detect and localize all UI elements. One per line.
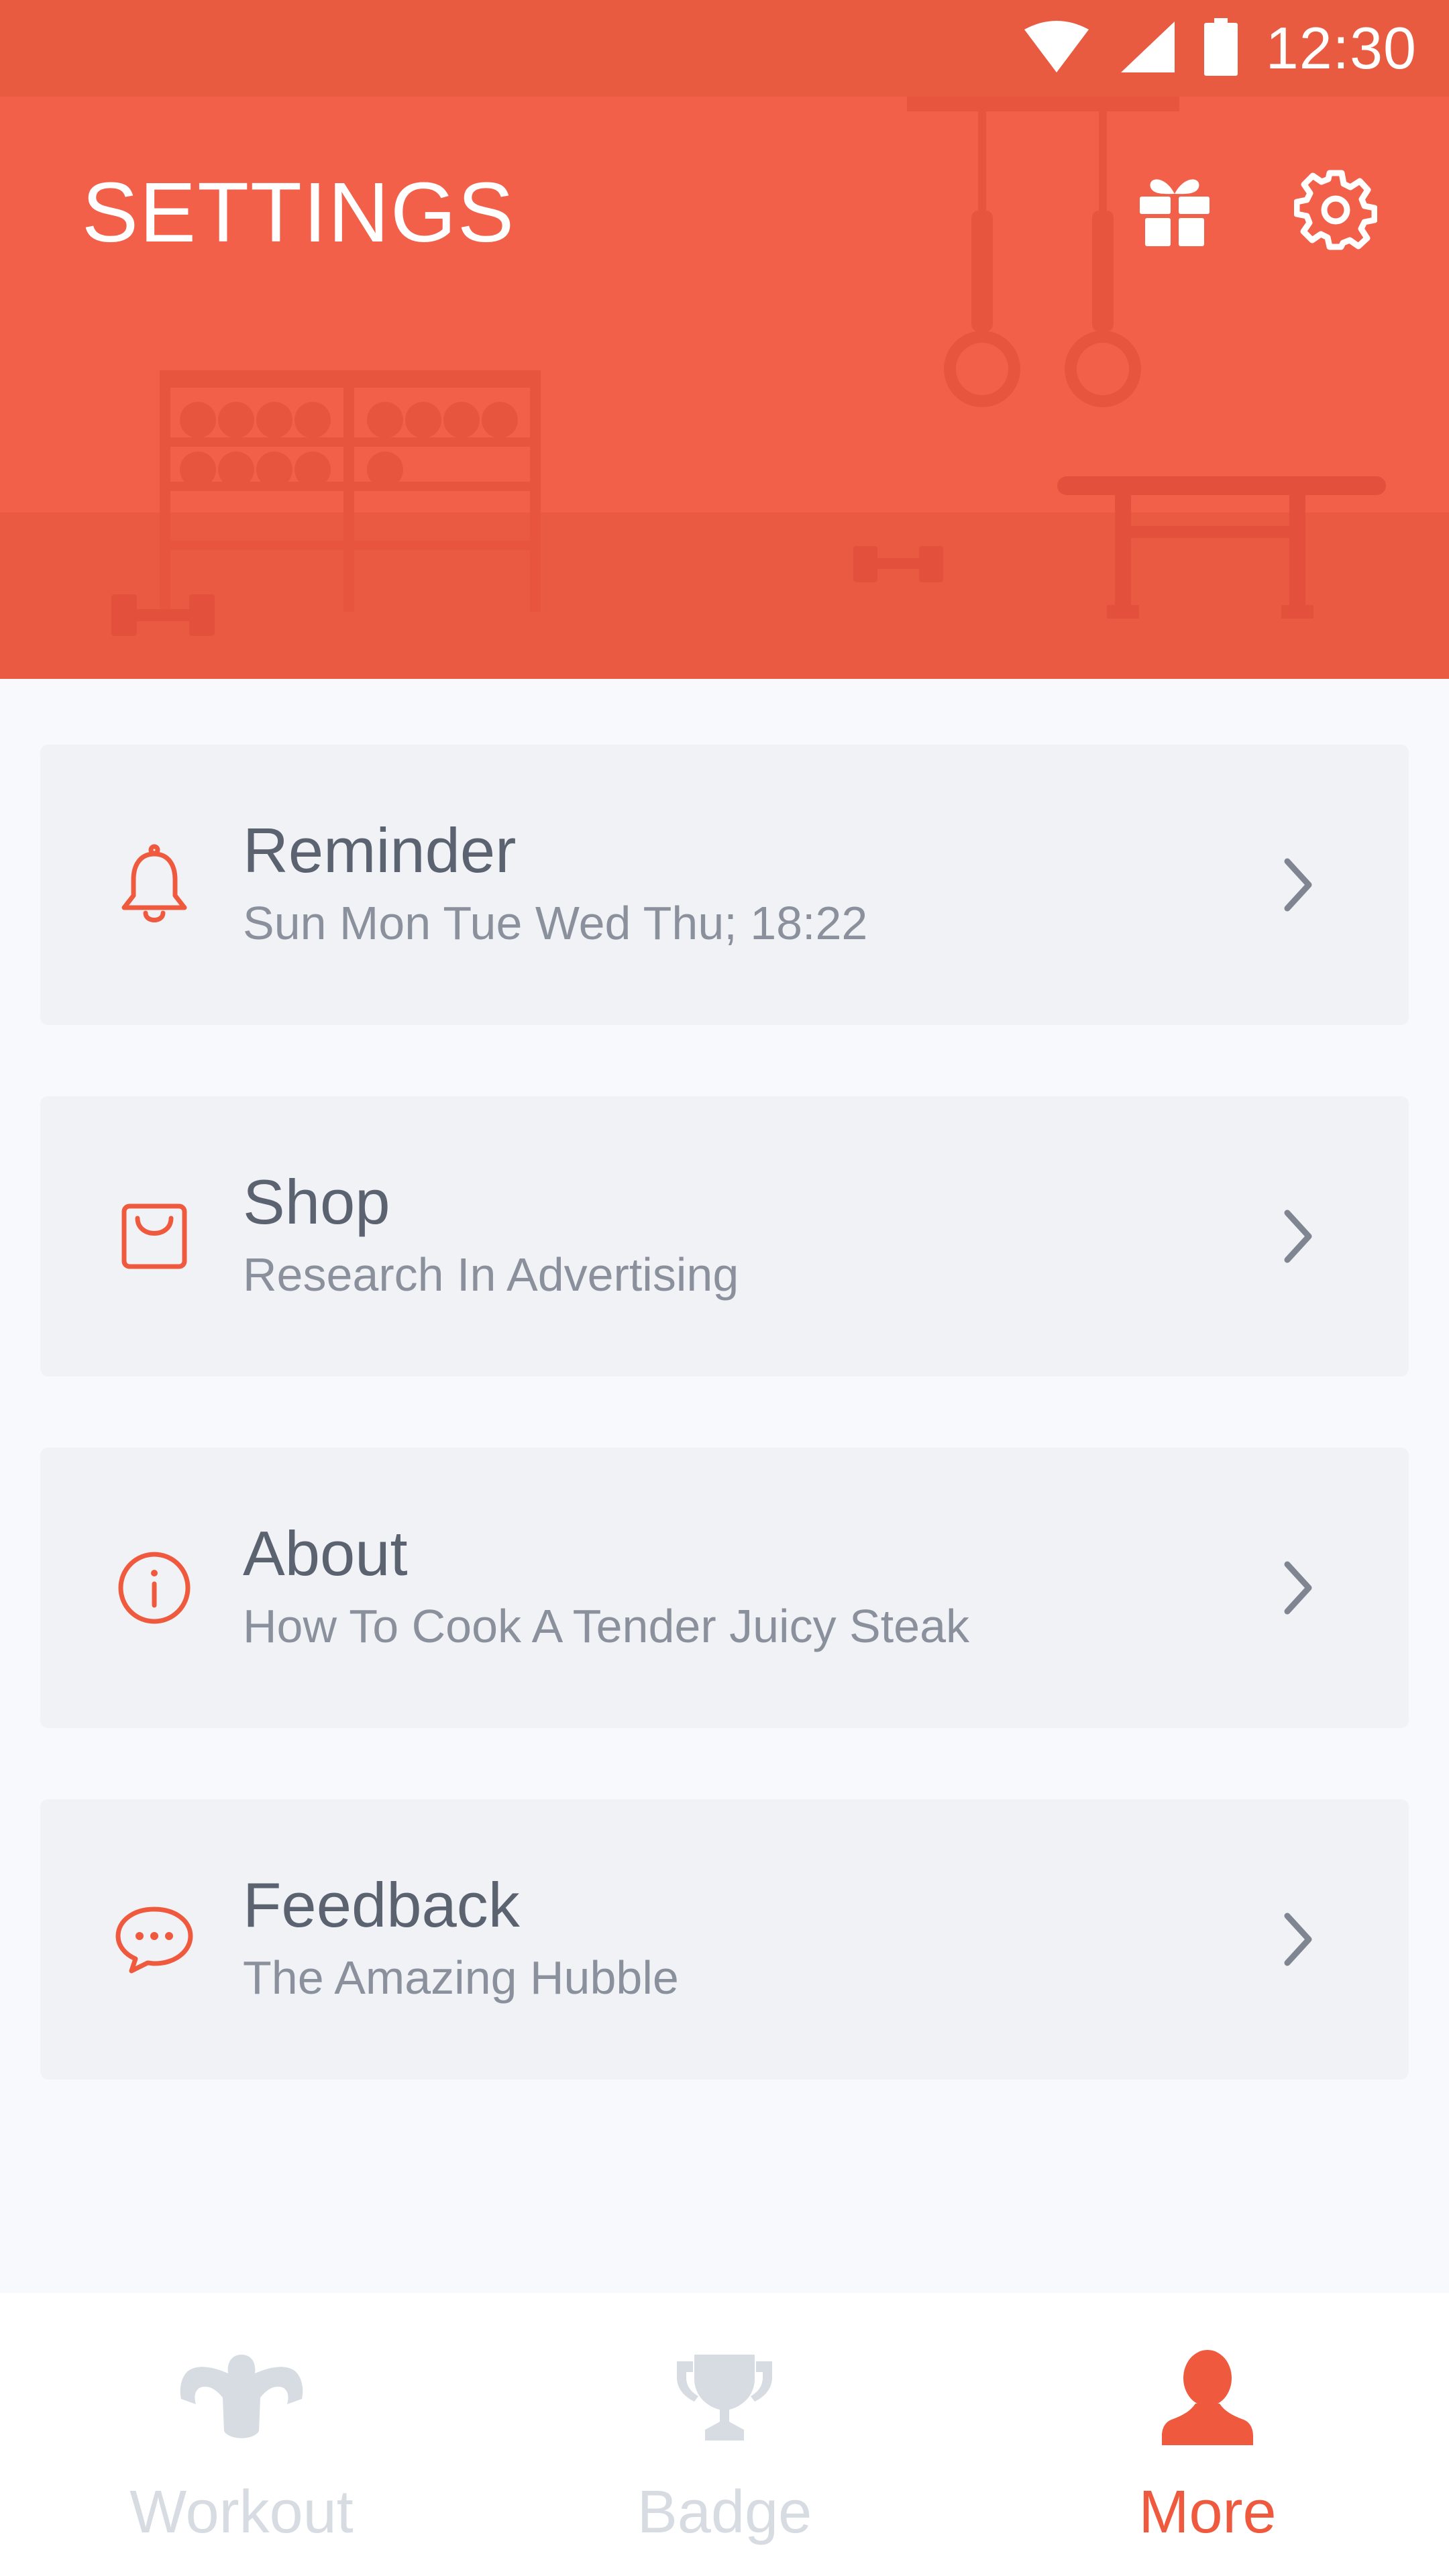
chat-bubble-icon bbox=[107, 1892, 201, 1986]
page-title: SETTINGS bbox=[82, 165, 516, 260]
about-title: About bbox=[243, 1518, 408, 1589]
nav-badge-label: Badge bbox=[637, 2479, 812, 2546]
status-time: 12:30 bbox=[1265, 15, 1417, 81]
nav-badge[interactable]: Badge bbox=[483, 2293, 966, 2576]
nav-workout[interactable]: Workout bbox=[0, 2293, 483, 2576]
chevron-right-icon bbox=[1268, 1206, 1328, 1267]
status-indicators: 12:30 bbox=[1023, 0, 1417, 97]
feedback-title: Feedback bbox=[243, 1870, 520, 1940]
wifi-icon bbox=[1023, 20, 1090, 77]
chevron-right-icon bbox=[1268, 1558, 1328, 1618]
settings-header: SETTINGS bbox=[0, 97, 1449, 679]
about-item[interactable]: About How To Cook A Tender Juicy Steak bbox=[40, 1448, 1409, 1728]
about-subtitle: How To Cook A Tender Juicy Steak bbox=[243, 1600, 970, 1652]
status-bar: 12:30 bbox=[0, 0, 1449, 97]
gift-button[interactable] bbox=[1124, 161, 1225, 262]
settings-button[interactable] bbox=[1285, 161, 1386, 262]
reminder-subtitle: Sun Mon Tue Wed Thu; 18:22 bbox=[243, 897, 868, 949]
info-icon bbox=[107, 1541, 201, 1635]
shop-item[interactable]: Shop Research In Advertising bbox=[40, 1096, 1409, 1377]
shop-title: Shop bbox=[243, 1167, 390, 1237]
cellular-signal-icon bbox=[1118, 20, 1176, 77]
bell-icon bbox=[107, 838, 201, 932]
shop-subtitle: Research In Advertising bbox=[243, 1248, 739, 1301]
gift-icon bbox=[1136, 171, 1214, 252]
person-icon bbox=[1140, 2344, 1275, 2451]
reminder-title: Reminder bbox=[243, 815, 517, 885]
chevron-right-icon bbox=[1268, 1909, 1328, 1970]
nav-more[interactable]: More bbox=[966, 2293, 1449, 2576]
nav-workout-label: Workout bbox=[129, 2479, 354, 2546]
feedback-item[interactable]: Feedback The Amazing Hubble bbox=[40, 1799, 1409, 2080]
nav-more-label: More bbox=[1138, 2479, 1277, 2546]
battery-icon bbox=[1203, 17, 1238, 79]
trophy-icon bbox=[657, 2344, 792, 2451]
feedback-subtitle: The Amazing Hubble bbox=[243, 1951, 679, 2004]
settings-list: Reminder Sun Mon Tue Wed Thu; 18:22 Shop… bbox=[40, 745, 1409, 2151]
bottom-nav: Workout Badge More bbox=[0, 2293, 1449, 2576]
muscle-icon bbox=[174, 2344, 309, 2451]
shopping-bag-icon bbox=[107, 1189, 201, 1283]
gear-icon bbox=[1293, 168, 1378, 255]
chevron-right-icon bbox=[1268, 855, 1328, 915]
reminder-item[interactable]: Reminder Sun Mon Tue Wed Thu; 18:22 bbox=[40, 745, 1409, 1025]
